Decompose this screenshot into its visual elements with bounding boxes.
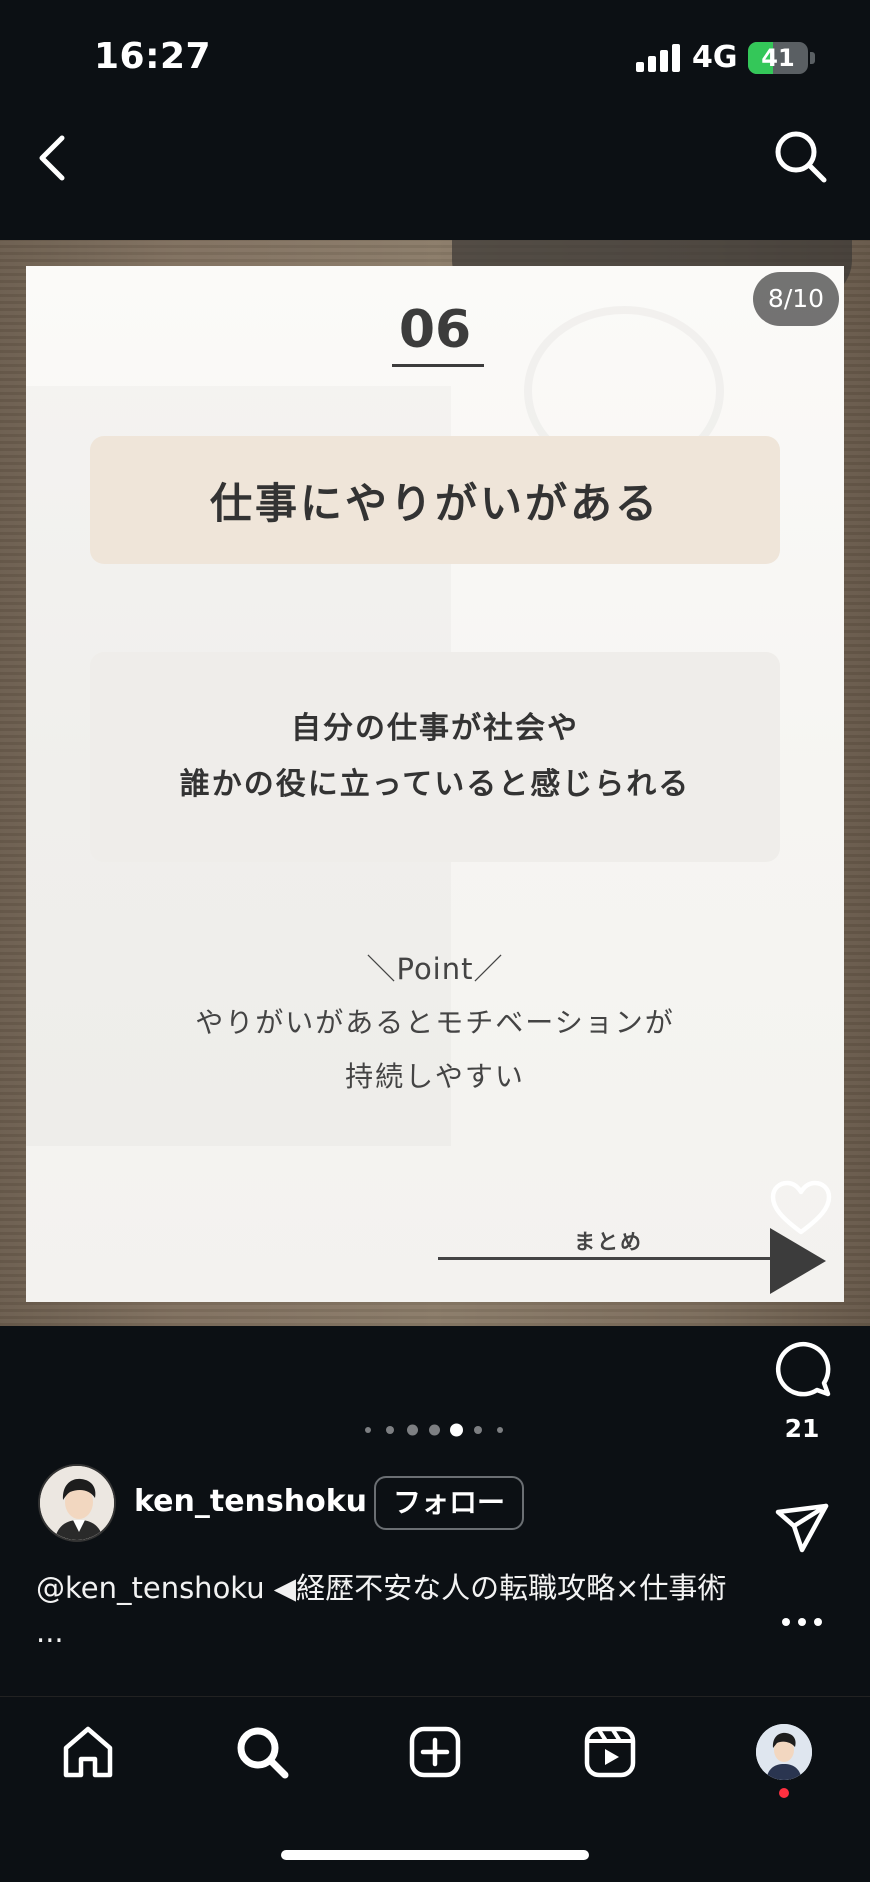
create-post-icon (409, 1726, 461, 1778)
nav-home[interactable] (60, 1724, 116, 1780)
next-arrow-head (770, 1228, 826, 1294)
carousel-indicator (360, 1420, 510, 1440)
heart-icon (770, 1180, 832, 1235)
author-avatar[interactable] (38, 1464, 116, 1542)
back-button[interactable] (30, 128, 78, 184)
point-text: やりがいがあるとモチベーションが 持続しやすい (0, 996, 870, 1104)
chevron-left-icon (39, 135, 65, 181)
next-arrow-line (438, 1257, 778, 1260)
card-description-line-2: 誰かの役に立っていると感じられる (179, 767, 691, 802)
post-caption[interactable]: @ken_tenshoku ◀経歴不安な人の転職攻略×仕事術 ... (36, 1566, 736, 1654)
signal-strength-icon (636, 44, 680, 72)
avatar-illustration (40, 1466, 114, 1540)
point-text-line-1: やりがいがあるとモチベーションが (195, 1006, 675, 1039)
carousel-dot (497, 1427, 503, 1433)
card-number: 06 (398, 300, 472, 360)
battery-nub (810, 52, 815, 64)
point-text-line-2: 持続しやすい (345, 1060, 525, 1093)
comment-icon (775, 1341, 831, 1397)
card-title: 仕事にやりがいがある (209, 478, 660, 528)
more-horizontal-icon (782, 1618, 822, 1626)
share-button[interactable] (774, 1500, 830, 1556)
nav-search[interactable] (234, 1724, 290, 1780)
nav-create[interactable] (407, 1724, 463, 1780)
reels-icon (584, 1726, 636, 1778)
carousel-dot (365, 1427, 371, 1433)
author-username[interactable]: ken_tenshoku (134, 1484, 367, 1519)
comment-button[interactable] (774, 1340, 832, 1398)
comment-count: 21 (784, 1414, 820, 1443)
point-heading: ＼Point／ (366, 952, 504, 986)
network-type: 4G (692, 40, 738, 75)
carousel-dot-active (449, 1423, 463, 1437)
profile-avatar-illustration (756, 1724, 812, 1780)
search-icon (237, 1727, 289, 1779)
battery-icon: 41 (748, 42, 808, 74)
home-icon (63, 1726, 113, 1778)
search-button[interactable] (772, 128, 828, 184)
home-indicator (281, 1850, 589, 1860)
battery-percent: 41 (761, 44, 795, 72)
card-title-box: 仕事にやりがいがある (90, 436, 780, 564)
carousel-dot (428, 1424, 440, 1436)
next-slide-label: まとめ (574, 1230, 643, 1254)
carousel-dot (386, 1426, 394, 1434)
carousel-dot (406, 1424, 418, 1436)
search-icon (775, 131, 827, 183)
status-bar: 16:27 4G 41 (0, 0, 870, 110)
card-description-line-1: 自分の仕事が社会や (291, 711, 579, 746)
carousel-dot (474, 1426, 482, 1434)
card-number-underline (392, 364, 484, 367)
notification-dot (779, 1788, 789, 1798)
paper-plane-icon (775, 1503, 829, 1553)
card-description-box: 自分の仕事が社会や 誰かの役に立っていると感じられる (90, 652, 780, 862)
more-options-button[interactable] (780, 1612, 824, 1632)
nav-profile-avatar[interactable] (756, 1724, 812, 1780)
follow-button[interactable]: フォロー (374, 1476, 524, 1530)
like-button[interactable] (770, 1180, 832, 1236)
nav-reels[interactable] (582, 1724, 638, 1780)
status-time: 16:27 (94, 36, 212, 77)
